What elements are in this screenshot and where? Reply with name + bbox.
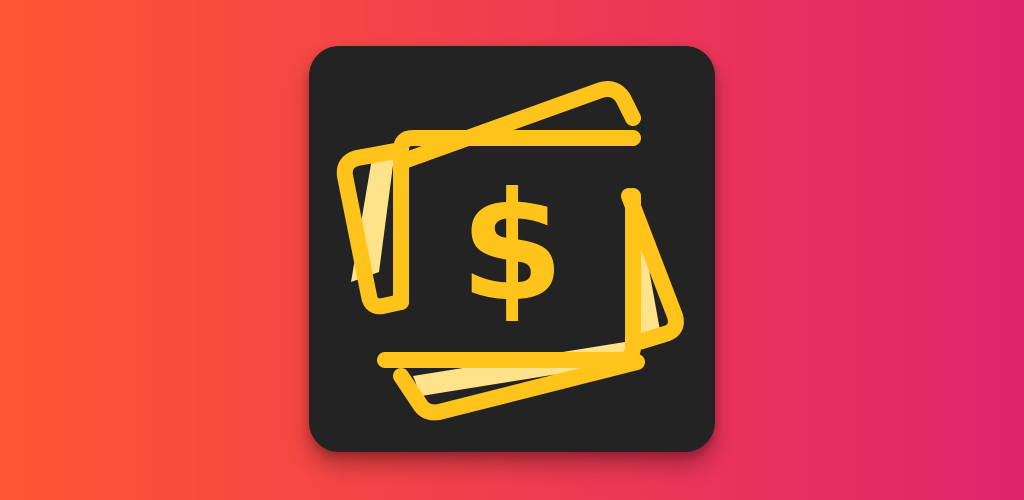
dollar-symbol: $ [460,161,564,335]
money-bills-icon: $ [336,81,684,421]
app-icon[interactable]: $ [309,46,715,452]
